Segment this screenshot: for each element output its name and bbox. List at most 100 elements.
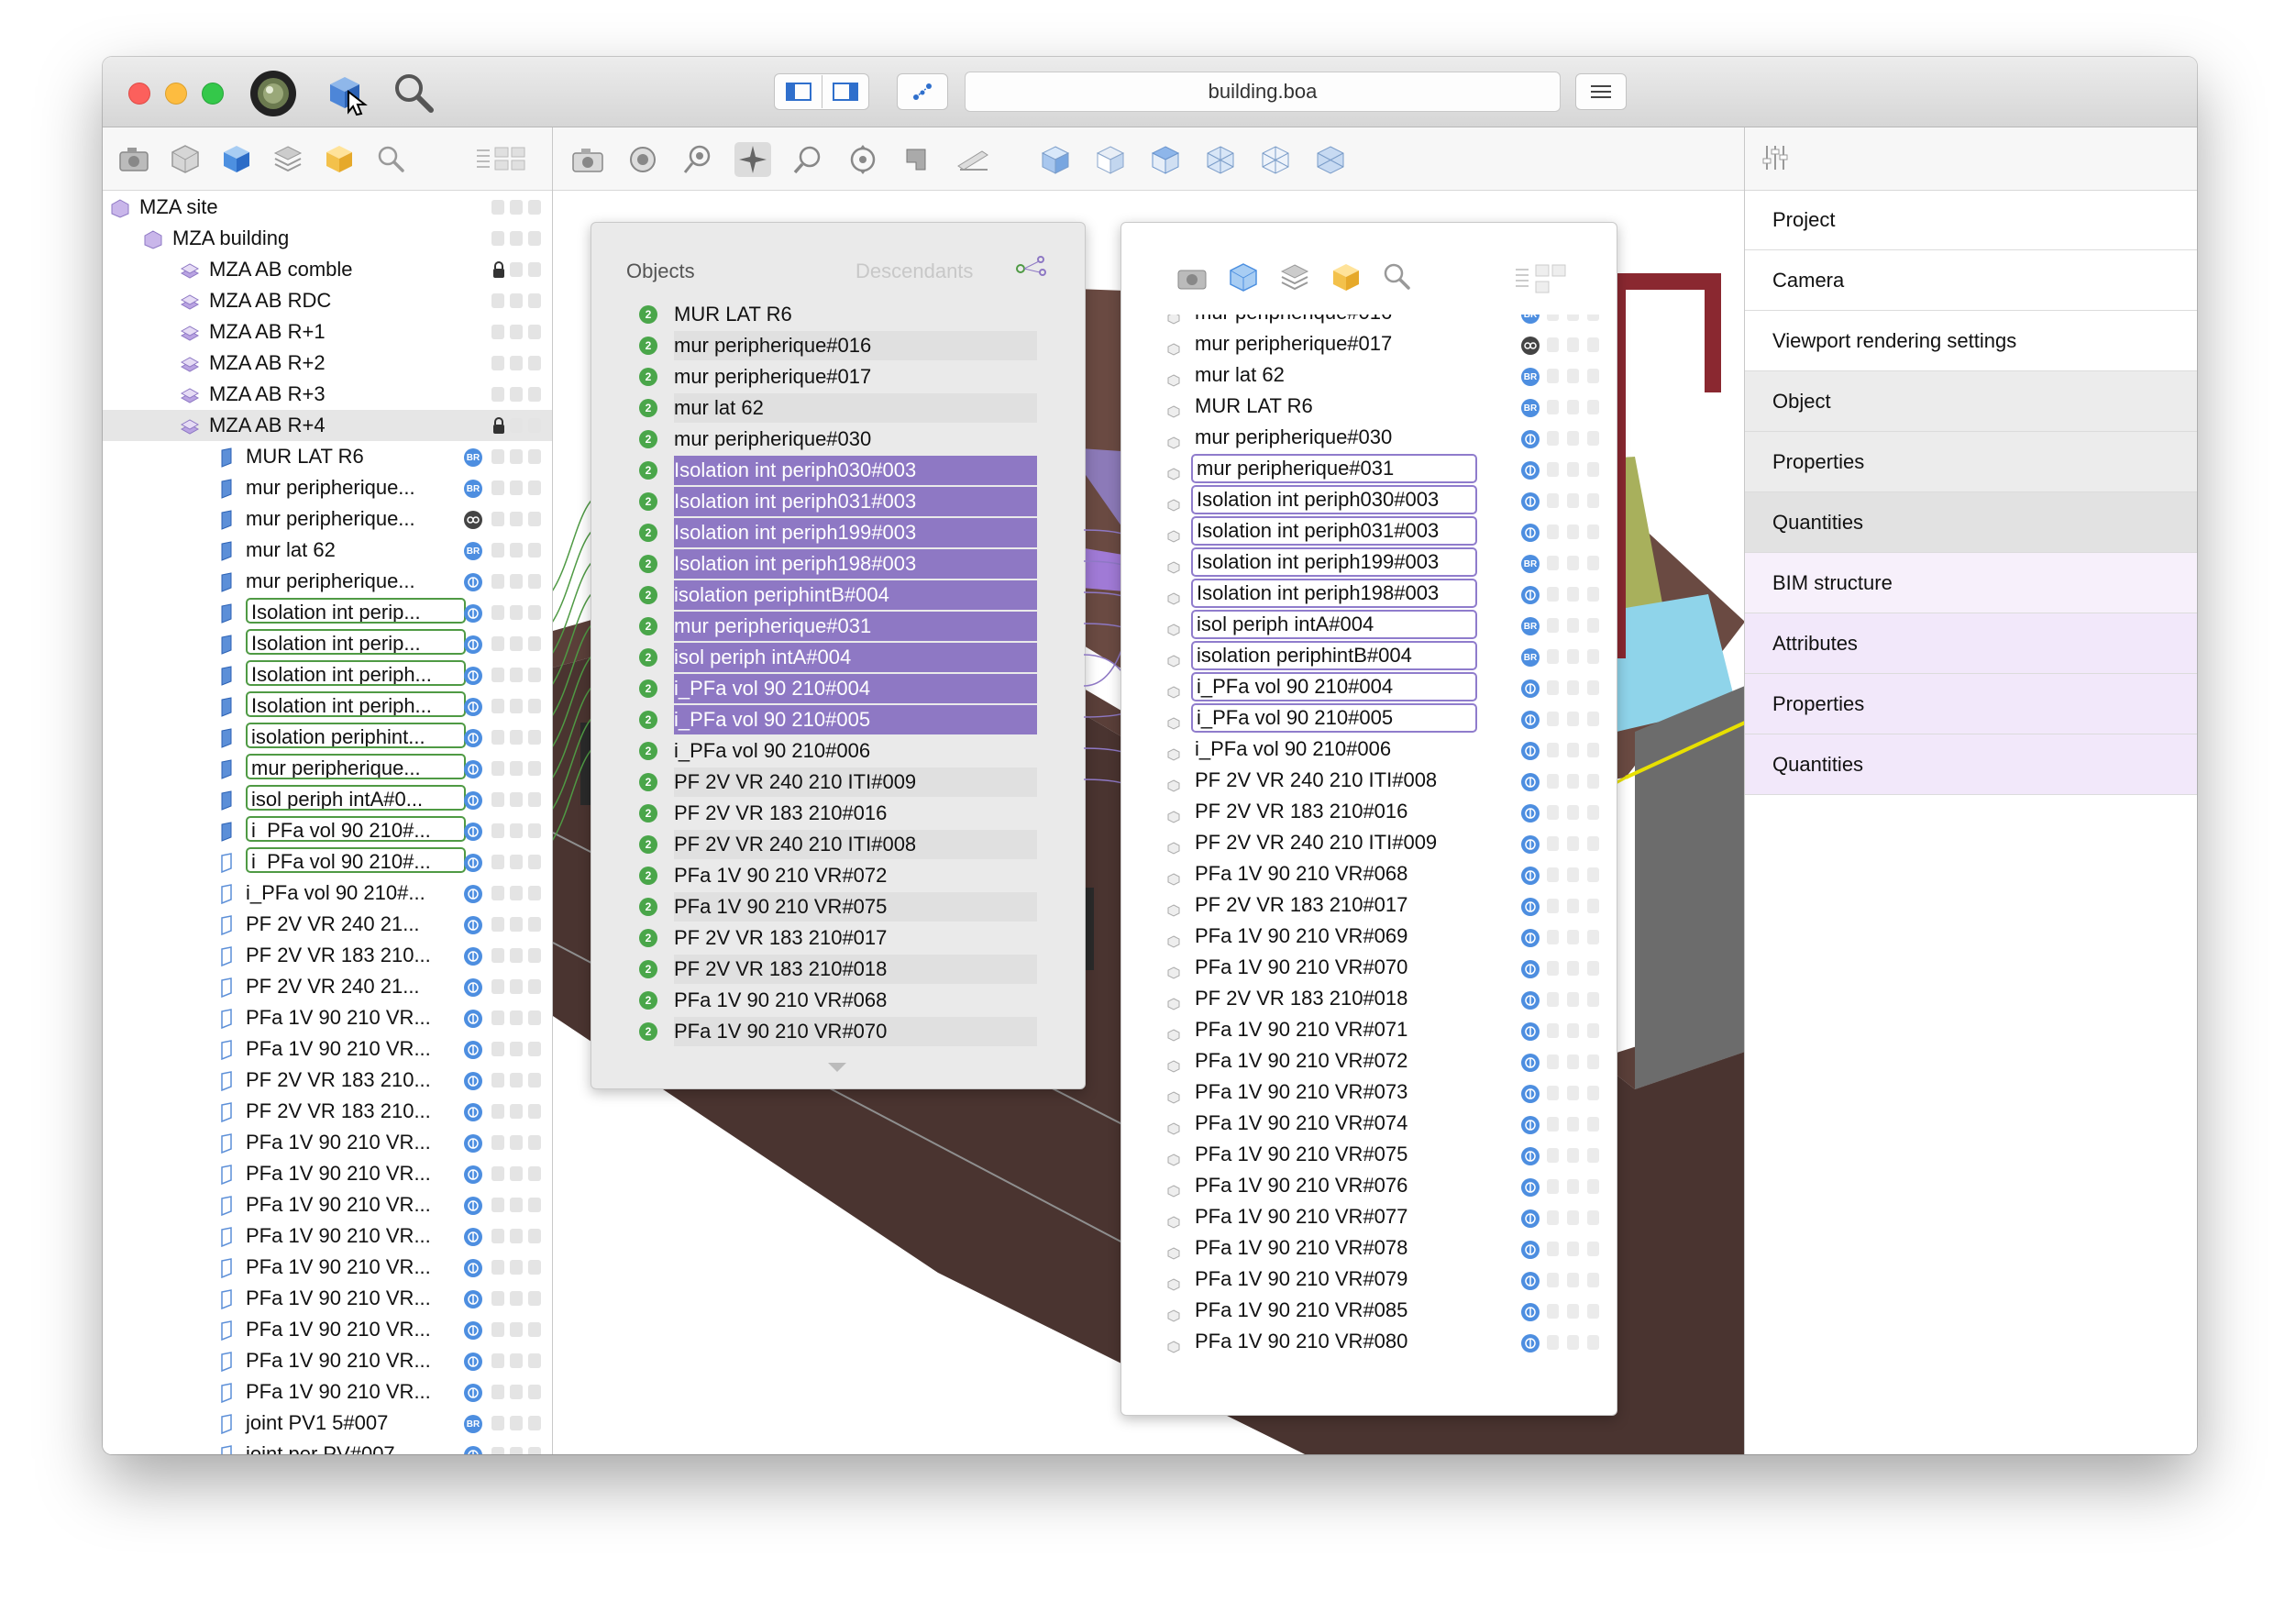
visibility-toggle-icon[interactable] xyxy=(491,1353,504,1368)
popover-camera-icon[interactable] xyxy=(1176,263,1208,295)
isolate-toggle-icon[interactable] xyxy=(510,574,523,589)
type-badge-icon[interactable] xyxy=(1521,991,1540,1010)
selection-list-row[interactable]: PFa 1V 90 210 VR#068 xyxy=(1167,859,1599,890)
selection-list-row[interactable]: PFa 1V 90 210 VR#070 xyxy=(1167,953,1599,984)
visibility-toggle-icon[interactable] xyxy=(491,792,504,807)
visibility-toggle-icon[interactable] xyxy=(1547,1273,1559,1287)
isolate-toggle-icon[interactable] xyxy=(1567,743,1579,757)
selection-list-row[interactable]: PF 2V VR 240 210 ITI#009 xyxy=(1167,828,1599,859)
objects-list-row[interactable]: 2 isol periph intA#004 xyxy=(637,643,1039,672)
left-panel-toggle-icon[interactable] xyxy=(776,75,822,108)
objects-list-row[interactable]: 2 Isolation int periph030#003 xyxy=(637,456,1039,485)
objects-tab[interactable]: Objects xyxy=(626,259,695,283)
type-badge-icon[interactable]: BR xyxy=(1521,617,1540,635)
lock-toggle-icon[interactable] xyxy=(528,792,541,807)
type-badge-icon[interactable] xyxy=(1521,586,1540,604)
tree-row[interactable]: PF 2V VR 183 210... xyxy=(103,1065,552,1096)
visibility-toggle-icon[interactable] xyxy=(1547,337,1559,352)
type-badge-icon[interactable]: BR xyxy=(1521,315,1540,324)
selection-list-row[interactable]: Isolation int periph198#003 xyxy=(1167,579,1599,610)
visibility-toggle-icon[interactable] xyxy=(1547,1148,1559,1163)
objects-list-row[interactable]: 2 PF 2V VR 240 210 ITI#009 xyxy=(637,767,1039,797)
type-badge-icon[interactable] xyxy=(1521,430,1540,448)
look-around-icon[interactable] xyxy=(679,142,716,177)
section-camera[interactable]: Camera xyxy=(1745,250,2197,311)
isolate-toggle-icon[interactable] xyxy=(510,1104,523,1119)
type-badge-icon[interactable] xyxy=(1521,1022,1540,1041)
objects-list-row[interactable]: 2 mur peripherique#030 xyxy=(637,425,1039,454)
isolate-toggle-icon[interactable] xyxy=(510,1385,523,1399)
selection-list-row[interactable]: PFa 1V 90 210 VR#085 xyxy=(1167,1296,1599,1327)
type-badge-icon[interactable] xyxy=(1521,1334,1540,1353)
tree-row[interactable]: MZA AB R+4 xyxy=(103,410,552,441)
section-object-quantities[interactable]: Quantities xyxy=(1745,492,2197,553)
isolate-toggle-icon[interactable] xyxy=(510,1229,523,1243)
type-badge-icon[interactable] xyxy=(1521,867,1540,885)
isolate-toggle-icon[interactable] xyxy=(1567,774,1579,789)
lock-toggle-icon[interactable] xyxy=(1587,462,1599,477)
tree-row[interactable]: PFa 1V 90 210 VR... xyxy=(103,1345,552,1376)
lock-toggle-icon[interactable] xyxy=(528,855,541,869)
lock-toggle-icon[interactable] xyxy=(1587,315,1599,321)
selection-list-row[interactable]: i_PFa vol 90 210#005 xyxy=(1167,703,1599,734)
right-panel-toggle-icon[interactable] xyxy=(822,75,868,108)
type-badge-icon[interactable] xyxy=(464,1197,482,1215)
type-badge-icon[interactable]: BR xyxy=(1521,399,1540,417)
lock-toggle-icon[interactable] xyxy=(1587,1117,1599,1132)
close-window-button[interactable] xyxy=(128,83,150,105)
type-badge-icon[interactable]: BR xyxy=(1521,648,1540,667)
visibility-toggle-icon[interactable] xyxy=(1547,680,1559,695)
visibility-toggle-icon[interactable] xyxy=(491,231,504,246)
visibility-toggle-icon[interactable] xyxy=(491,886,504,900)
objects-list-row[interactable]: 2 PFa 1V 90 210 VR#070 xyxy=(637,1017,1039,1046)
visibility-toggle-icon[interactable] xyxy=(1547,930,1559,944)
lock-toggle-icon[interactable] xyxy=(528,1447,541,1454)
type-badge-icon[interactable] xyxy=(1521,1116,1540,1134)
lock-toggle-icon[interactable] xyxy=(1587,431,1599,446)
isolate-toggle-icon[interactable] xyxy=(1567,587,1579,602)
visibility-toggle-icon[interactable] xyxy=(1547,649,1559,664)
lock-toggle-icon[interactable] xyxy=(1587,1210,1599,1225)
lock-toggle-icon[interactable] xyxy=(528,730,541,745)
tree-row[interactable]: PFa 1V 90 210 VR... xyxy=(103,1189,552,1220)
tree-row[interactable]: MZA building xyxy=(103,223,552,254)
isolate-toggle-icon[interactable] xyxy=(1567,315,1579,321)
lock-toggle-icon[interactable] xyxy=(1587,836,1599,851)
section-bim-quantities[interactable]: Quantities xyxy=(1745,734,2197,795)
selection-list-row[interactable]: Isolation int periph030#003 xyxy=(1167,485,1599,516)
lock-toggle-icon[interactable] xyxy=(1587,587,1599,602)
isolate-toggle-icon[interactable] xyxy=(1567,1210,1579,1225)
lock-toggle-icon[interactable] xyxy=(1587,867,1599,882)
orbit-icon[interactable] xyxy=(844,142,881,177)
isolate-toggle-icon[interactable] xyxy=(510,480,523,495)
lock-toggle-icon[interactable] xyxy=(528,1198,541,1212)
visibility-toggle-icon[interactable] xyxy=(491,1291,504,1306)
type-badge-icon[interactable] xyxy=(464,1290,482,1308)
tree-row[interactable]: Isolation int perip... xyxy=(103,597,552,628)
visibility-toggle-icon[interactable] xyxy=(1547,774,1559,789)
lock-toggle-icon[interactable] xyxy=(1587,556,1599,570)
visibility-toggle-icon[interactable] xyxy=(491,1260,504,1275)
isolate-toggle-icon[interactable] xyxy=(510,1447,523,1454)
visibility-toggle-icon[interactable] xyxy=(491,917,504,932)
isolate-toggle-icon[interactable] xyxy=(1567,1054,1579,1069)
visibility-toggle-icon[interactable] xyxy=(491,1166,504,1181)
visibility-toggle-icon[interactable] xyxy=(491,979,504,994)
type-badge-icon[interactable] xyxy=(1521,1178,1540,1197)
left-search-icon[interactable] xyxy=(374,142,407,175)
tree-row[interactable]: PFa 1V 90 210 VR... xyxy=(103,1127,552,1158)
visibility-toggle-icon[interactable] xyxy=(491,668,504,682)
lock-toggle-icon[interactable] xyxy=(1587,1304,1599,1319)
visibility-toggle-icon[interactable] xyxy=(491,574,504,589)
objects-list-row[interactable]: 2 PF 2V VR 240 210 ITI#008 xyxy=(637,830,1039,859)
tree-row[interactable]: PFa 1V 90 210 VR... xyxy=(103,1252,552,1283)
visibility-toggle-icon[interactable] xyxy=(491,1385,504,1399)
visibility-toggle-icon[interactable] xyxy=(491,1198,504,1212)
type-badge-icon[interactable] xyxy=(1521,524,1540,542)
lock-toggle-icon[interactable] xyxy=(1587,524,1599,539)
lock-toggle-icon[interactable] xyxy=(528,1260,541,1275)
lock-toggle-icon[interactable] xyxy=(528,1229,541,1243)
selection-list-row[interactable]: PF 2V VR 183 210#017 xyxy=(1167,890,1599,922)
visibility-toggle-icon[interactable] xyxy=(491,356,504,370)
objects-list-row[interactable]: 2 Isolation int periph199#003 xyxy=(637,518,1039,547)
